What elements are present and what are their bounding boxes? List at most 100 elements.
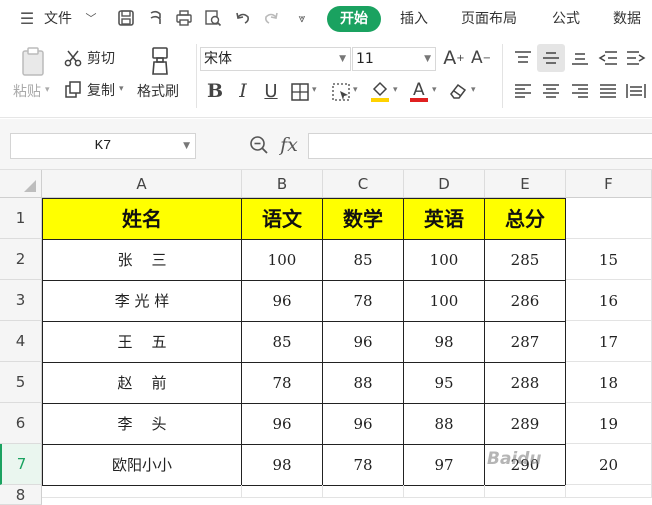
cell-total[interactable]: 287 <box>484 321 566 363</box>
column-header-f[interactable]: F <box>566 170 652 198</box>
cell-total[interactable]: 286 <box>484 280 566 322</box>
row-header-2[interactable]: 2 <box>0 239 42 280</box>
font-name-select[interactable]: 宋体 ▼ <box>200 47 351 71</box>
cell-chinese[interactable]: 85 <box>241 321 323 363</box>
row-header-3[interactable]: 3 <box>0 280 42 321</box>
row-header-4[interactable]: 4 <box>0 321 42 362</box>
tab-page-layout[interactable]: 页面布局 <box>461 9 517 29</box>
cell-f[interactable]: 20 <box>566 444 652 485</box>
cell-english[interactable]: 95 <box>403 362 485 404</box>
format-painter-button[interactable]: 格式刷 <box>137 83 179 101</box>
cell-b1[interactable]: 语文 <box>241 198 323 240</box>
cut-button[interactable]: 剪切 <box>87 50 115 68</box>
undo-icon[interactable] <box>232 7 254 29</box>
paste-icon[interactable] <box>18 46 48 78</box>
cell-english[interactable]: 88 <box>403 403 485 445</box>
align-top-icon[interactable] <box>512 47 534 69</box>
cell-math[interactable]: 85 <box>322 239 404 281</box>
cell-style-dropdown-icon[interactable]: ▾ <box>353 85 358 95</box>
cell-name[interactable]: 张 三 <box>42 239 242 281</box>
cell-f[interactable]: 19 <box>566 403 652 444</box>
cell-english[interactable]: 100 <box>403 239 485 281</box>
cell-c1[interactable]: 数学 <box>322 198 404 240</box>
cell-total[interactable]: 289 <box>484 403 566 445</box>
tab-formula[interactable]: 公式 <box>552 9 580 29</box>
column-header-d[interactable]: D <box>404 170 485 198</box>
hamburger-menu-icon[interactable]: ☰ <box>16 7 38 29</box>
bold-icon[interactable]: B <box>205 80 225 102</box>
borders-icon[interactable] <box>289 81 311 103</box>
cell-chinese[interactable]: 96 <box>241 280 323 322</box>
italic-icon[interactable]: I <box>233 80 253 102</box>
cell-f[interactable]: 18 <box>566 362 652 403</box>
align-middle-icon[interactable] <box>537 44 565 72</box>
row-header-8[interactable]: 8 <box>0 485 42 505</box>
cell-math[interactable]: 96 <box>322 321 404 363</box>
cell-chinese[interactable]: 100 <box>241 239 323 281</box>
copy-button[interactable]: 复制 <box>87 82 115 100</box>
cell-c8[interactable] <box>323 485 404 498</box>
formula-input[interactable] <box>308 133 652 159</box>
row-header-6[interactable]: 6 <box>0 403 42 444</box>
cell-math[interactable]: 88 <box>322 362 404 404</box>
tab-start[interactable]: 开始 <box>327 6 381 32</box>
align-left-icon[interactable] <box>512 80 534 102</box>
cell-b8[interactable] <box>242 485 323 498</box>
clear-format-dropdown-icon[interactable]: ▾ <box>471 85 476 95</box>
cell-name[interactable]: 李 头 <box>42 403 242 445</box>
fx-button[interactable]: fx <box>276 132 302 158</box>
more-chevron-icon[interactable]: ⩔ <box>291 7 313 29</box>
fill-color-dropdown-icon[interactable]: ▾ <box>393 85 398 95</box>
borders-dropdown-icon[interactable]: ▾ <box>312 85 317 95</box>
fill-color-icon[interactable] <box>369 79 391 103</box>
font-size-select[interactable]: 11 ▼ <box>352 47 436 71</box>
copy-icon[interactable] <box>63 80 83 100</box>
cell-f[interactable]: 17 <box>566 321 652 362</box>
decrease-indent-icon[interactable] <box>597 47 619 69</box>
font-color-icon[interactable]: A <box>408 78 430 104</box>
tab-insert[interactable]: 插入 <box>400 9 428 29</box>
cell-chinese[interactable]: 96 <box>241 403 323 445</box>
print-icon[interactable] <box>173 7 195 29</box>
cell-math[interactable]: 96 <box>322 403 404 445</box>
cell-name[interactable]: 赵 前 <box>42 362 242 404</box>
chevron-down-icon[interactable]: ﹀ <box>80 7 102 29</box>
export-icon[interactable] <box>145 7 167 29</box>
justify-icon[interactable] <box>597 80 619 102</box>
cell-chinese[interactable]: 98 <box>241 444 323 486</box>
align-center-icon[interactable] <box>540 80 562 102</box>
cell-math[interactable]: 78 <box>322 280 404 322</box>
cell-style-icon[interactable] <box>330 81 352 103</box>
align-bottom-icon[interactable] <box>569 47 591 69</box>
cell-total[interactable]: 288 <box>484 362 566 404</box>
cell-math[interactable]: 78 <box>322 444 404 486</box>
cell-f[interactable]: 15 <box>566 239 652 280</box>
cell-a8[interactable] <box>42 485 242 498</box>
cell-a1[interactable]: 姓名 <box>42 198 242 240</box>
cell-english[interactable]: 97 <box>403 444 485 486</box>
format-painter-icon[interactable] <box>146 45 174 77</box>
decrease-font-icon[interactable]: A − <box>470 47 492 69</box>
distributed-align-icon[interactable] <box>625 80 647 102</box>
scissors-icon[interactable] <box>63 48 83 68</box>
cell-name[interactable]: 王 五 <box>42 321 242 363</box>
underline-icon[interactable]: U <box>261 80 281 102</box>
row-header-7[interactable]: 7 <box>0 444 42 485</box>
cell-name[interactable]: 李 光 样 <box>42 280 242 322</box>
cell-name[interactable]: 欧阳小小 <box>42 444 242 486</box>
increase-font-icon[interactable]: A + <box>443 47 465 69</box>
redo-icon[interactable] <box>260 7 282 29</box>
cell-f8[interactable] <box>566 485 652 498</box>
font-color-dropdown-icon[interactable]: ▾ <box>432 85 437 95</box>
paste-button-label[interactable]: 粘贴 <box>13 83 41 101</box>
cell-d8[interactable] <box>404 485 485 498</box>
tab-data[interactable]: 数据 <box>613 9 641 29</box>
cell-total[interactable]: 285 <box>484 239 566 281</box>
zoom-icon[interactable] <box>248 134 270 156</box>
name-box[interactable]: K7 ▼ <box>10 133 196 159</box>
cell-d1[interactable]: 英语 <box>403 198 485 240</box>
column-header-e[interactable]: E <box>485 170 566 198</box>
select-all-corner[interactable] <box>0 170 42 198</box>
increase-indent-icon[interactable] <box>625 47 647 69</box>
cell-english[interactable]: 98 <box>403 321 485 363</box>
